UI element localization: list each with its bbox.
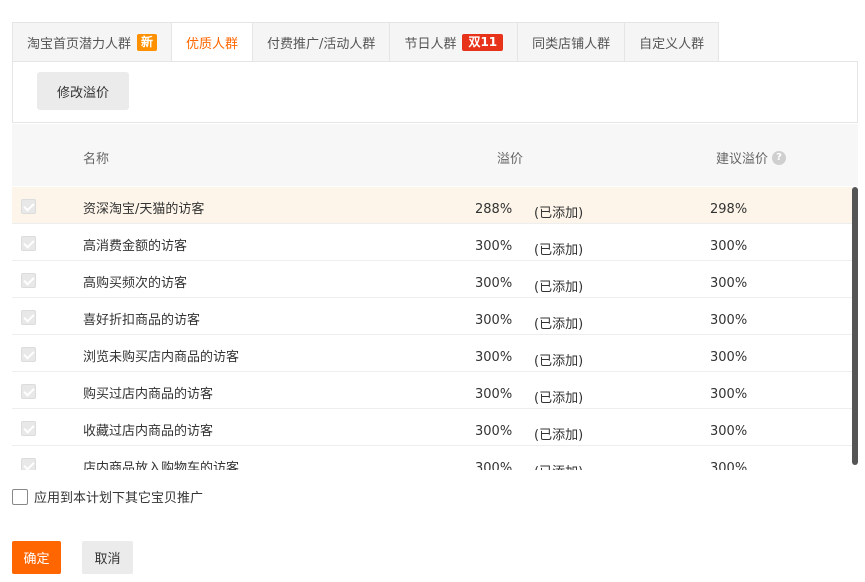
confirm-button[interactable]: 确定 [12, 541, 61, 574]
row-checkbox[interactable] [21, 199, 36, 214]
row-name: 高购买频次的访客 [83, 276, 188, 291]
table-row[interactable]: 资深淘宝/天猫的访客 288% (已添加) 298% [12, 187, 858, 224]
column-header-suggested-label: 建议溢价 [716, 152, 769, 167]
apply-checkbox[interactable] [12, 488, 28, 505]
row-premium: 300% [475, 387, 513, 402]
table-row[interactable]: 收藏过店内商品的访客 300% (已添加) 300% [12, 409, 858, 446]
row-suggested: 300% [710, 387, 748, 402]
column-header-premium: 溢价 [497, 152, 524, 167]
row-suggested: 300% [710, 350, 748, 365]
table-scrollbar[interactable] [852, 187, 858, 465]
tab-label: 同类店铺人群 [532, 36, 611, 52]
tab-label: 付费推广/活动人群 [267, 36, 376, 52]
tab-quality-audience[interactable]: 优质人群 [171, 22, 253, 62]
tab-taobao-homepage-potential[interactable]: 淘宝首页潜力人群 新 [12, 22, 172, 62]
row-name: 资深淘宝/天猫的访客 [83, 202, 205, 217]
row-name: 收藏过店内商品的访客 [83, 424, 214, 439]
table-row[interactable]: 店内商品放入购物车的访客 300% (已添加) 300% [12, 446, 858, 470]
row-name: 店内商品放入购物车的访客 [83, 461, 240, 470]
row-status: (已添加) [534, 354, 584, 369]
row-checkbox[interactable] [21, 236, 36, 251]
row-suggested: 300% [710, 239, 748, 254]
column-header-suggested: 建议溢价 ? [716, 148, 787, 167]
tab-label: 节日人群 [404, 36, 457, 52]
help-icon[interactable]: ? [772, 150, 787, 165]
cancel-button[interactable]: 取消 [82, 541, 133, 574]
row-status: (已添加) [534, 206, 584, 221]
row-status: (已添加) [534, 391, 584, 406]
row-status: (已添加) [534, 461, 583, 470]
row-premium: 300% [475, 461, 513, 470]
new-badge: 新 [137, 33, 158, 51]
tab-holiday-audience[interactable]: 节日人群 双11 [389, 22, 518, 62]
row-checkbox[interactable] [21, 421, 36, 436]
row-suggested: 298% [710, 202, 748, 217]
apply-to-other-items[interactable]: 应用到本计划下其它宝贝推广 [12, 487, 203, 506]
row-suggested: 300% [710, 424, 748, 439]
row-suggested: 300% [710, 313, 748, 328]
row-checkbox[interactable] [21, 310, 36, 325]
row-name: 浏览未购买店内商品的访客 [83, 350, 240, 365]
row-checkbox[interactable] [21, 384, 36, 399]
tab-label: 优质人群 [186, 36, 239, 52]
edit-premium-button[interactable]: 修改溢价 [37, 72, 129, 110]
table-row[interactable]: 浏览未购买店内商品的访客 300% (已添加) 300% [12, 335, 858, 372]
row-suggested: 300% [710, 276, 748, 291]
row-checkbox[interactable] [21, 273, 36, 288]
row-name: 购买过店内商品的访客 [83, 387, 214, 402]
row-premium: 300% [475, 276, 513, 291]
row-status: (已添加) [534, 243, 584, 258]
tab-custom-audience[interactable]: 自定义人群 [624, 22, 720, 62]
apply-checkbox-label: 应用到本计划下其它宝贝推广 [34, 491, 204, 506]
table-header: 名称 溢价 建议溢价 ? [12, 124, 858, 186]
table-row[interactable]: 高购买频次的访客 300% (已添加) 300% [12, 261, 858, 298]
row-suggested: 300% [710, 461, 748, 470]
scrollbar-thumb[interactable] [852, 187, 858, 465]
double11-badge: 双11 [462, 33, 504, 51]
tab-label: 自定义人群 [639, 36, 705, 52]
table-body: 资深淘宝/天猫的访客 288% (已添加) 298% 高消费金额的访客 300%… [12, 187, 858, 470]
row-premium: 300% [475, 313, 513, 328]
table-row[interactable]: 购买过店内商品的访客 300% (已添加) 300% [12, 372, 858, 409]
tab-label: 淘宝首页潜力人群 [27, 36, 132, 52]
row-premium: 300% [475, 350, 513, 365]
row-premium: 288% [475, 202, 513, 217]
tab-paid-promotion-audience[interactable]: 付费推广/活动人群 [252, 22, 390, 62]
row-status: (已添加) [534, 317, 584, 332]
row-status: (已添加) [534, 428, 584, 443]
row-status: (已添加) [534, 280, 584, 295]
table-row[interactable]: 喜好折扣商品的访客 300% (已添加) 300% [12, 298, 858, 335]
row-checkbox[interactable] [21, 458, 36, 470]
row-checkbox[interactable] [21, 347, 36, 362]
row-premium: 300% [475, 424, 513, 439]
toolbar-panel: 修改溢价 [12, 61, 858, 123]
column-header-name: 名称 [83, 152, 110, 167]
row-premium: 300% [475, 239, 513, 254]
audience-tabs: 淘宝首页潜力人群 新 优质人群 付费推广/活动人群 节日人群 双11 同类店铺人… [12, 22, 720, 62]
row-name: 高消费金额的访客 [83, 239, 188, 254]
tab-similar-stores-audience[interactable]: 同类店铺人群 [517, 22, 625, 62]
table-row[interactable]: 高消费金额的访客 300% (已添加) 300% [12, 224, 858, 261]
row-name: 喜好折扣商品的访客 [83, 313, 201, 328]
